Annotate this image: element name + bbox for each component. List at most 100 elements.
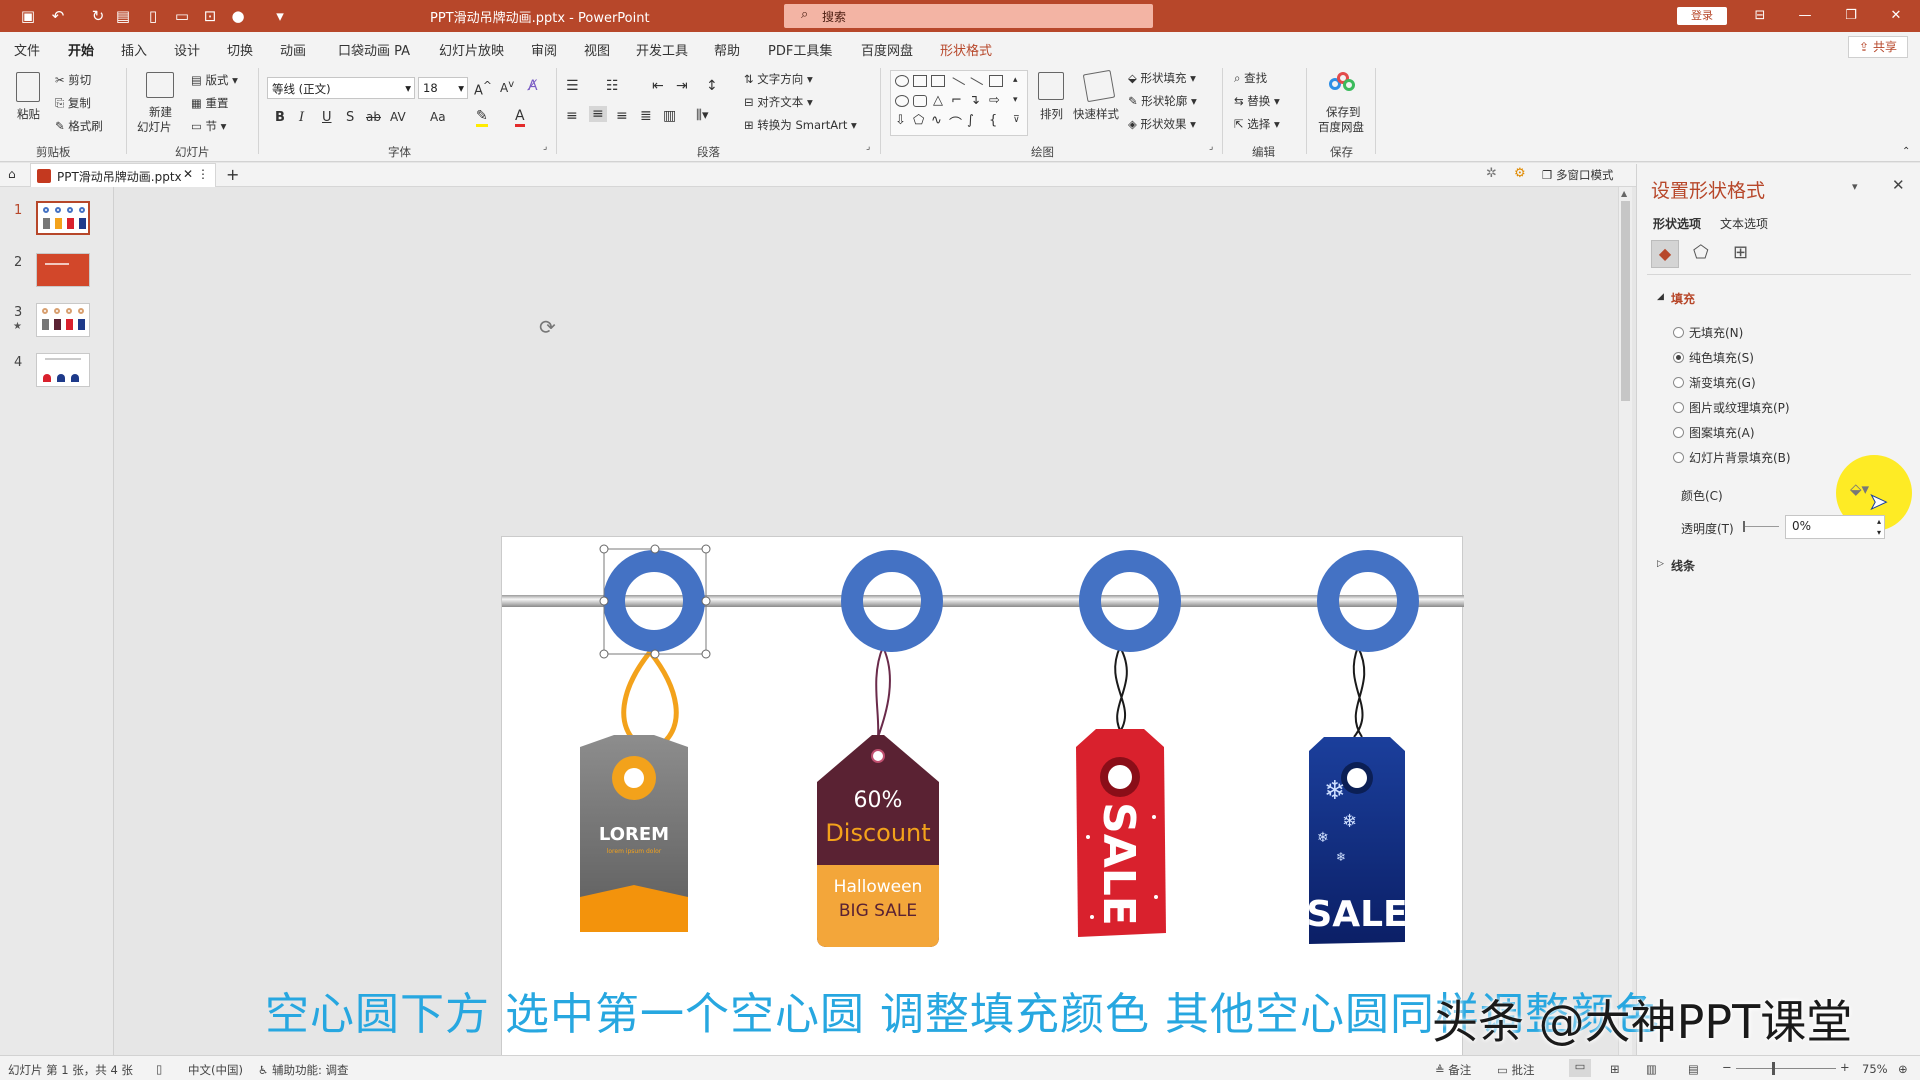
language-indicator[interactable]: 中文(中国) xyxy=(188,1062,243,1078)
tag-4[interactable]: ❄ ❄ ❄ ❄ SALE xyxy=(1306,646,1408,944)
open-icon[interactable]: ▭ xyxy=(172,6,192,26)
slide-thumbnail-2[interactable] xyxy=(36,253,90,287)
shape-brace-icon[interactable]: { xyxy=(989,113,997,128)
slideshow-icon[interactable]: ▤ xyxy=(1688,1062,1699,1076)
tag-3[interactable]: SALE xyxy=(1076,646,1166,937)
tab-pocket-animation[interactable]: 口袋动画 PA xyxy=(338,40,410,59)
shape-textbox-icon[interactable] xyxy=(913,75,927,87)
shape-outline-button[interactable]: ✎ 形状轮廓 ▾ xyxy=(1128,93,1197,109)
close-icon[interactable]: ✕ xyxy=(1881,5,1911,27)
arrange-icon[interactable] xyxy=(1038,72,1064,100)
tab-file[interactable]: 文件 xyxy=(14,40,40,59)
no-fill-label[interactable]: 无填充(N) xyxy=(1689,324,1743,341)
shadow-button[interactable]: S xyxy=(346,110,354,125)
tab-design[interactable]: 设计 xyxy=(174,40,200,59)
effects-pentagon-icon[interactable]: ⬠ xyxy=(1693,242,1709,263)
find-button[interactable]: ⌕ 查找 xyxy=(1234,70,1267,86)
panel-options-chevron-icon[interactable]: ▾ xyxy=(1852,180,1858,193)
multiwindow-button[interactable]: ❐ 多窗口模式 xyxy=(1542,167,1613,183)
shape-vtextbox-icon[interactable] xyxy=(931,75,945,87)
zoom-slider-track[interactable] xyxy=(1736,1068,1836,1069)
resize-handle[interactable] xyxy=(599,544,609,554)
grow-font-icon[interactable]: A^ xyxy=(474,79,492,98)
panel-close-icon[interactable]: ✕ xyxy=(1892,176,1905,194)
spellcheck-icon[interactable]: ▯ xyxy=(156,1062,162,1076)
shape-rectangle-icon[interactable] xyxy=(989,75,1003,87)
scroll-thumb[interactable] xyxy=(1621,201,1630,401)
normal-view-icon[interactable]: ▭ xyxy=(1569,1059,1591,1077)
numbering-icon[interactable]: ☷ xyxy=(606,78,619,94)
transparency-slider-thumb[interactable] xyxy=(1743,521,1745,532)
font-name-select[interactable]: 等线 (正文) ▾ xyxy=(267,77,415,99)
font-size-select[interactable]: 18 ▾ xyxy=(418,77,468,99)
decrease-indent-icon[interactable]: ⇤ xyxy=(652,78,664,94)
shape-rounded-rect-icon[interactable] xyxy=(913,95,927,107)
strikethrough-button[interactable]: ab xyxy=(366,110,381,124)
shape-oval-icon[interactable] xyxy=(895,75,909,87)
home-tab-icon[interactable]: ⌂ xyxy=(8,167,16,181)
shape-fill-button[interactable]: ⬙ 形状填充 ▾ xyxy=(1128,70,1196,86)
size-properties-icon[interactable]: ⊞ xyxy=(1733,242,1748,263)
spinner-icon[interactable]: ▴ ▾ xyxy=(1877,516,1881,538)
dialog-launcher-icon[interactable]: ⌟ xyxy=(543,142,547,152)
new-file-icon[interactable]: ▯ xyxy=(143,6,163,26)
tab-slideshow[interactable]: 幻灯片放映 xyxy=(439,40,504,59)
tab-home[interactable]: 开始 xyxy=(68,40,95,65)
zoom-in-icon[interactable]: + xyxy=(1840,1060,1850,1074)
align-text-button[interactable]: ⊟ 对齐文本 ▾ xyxy=(744,94,813,110)
line-section-header[interactable]: 线条 xyxy=(1671,557,1695,574)
shape-ellipse-icon[interactable] xyxy=(895,95,909,107)
present-icon[interactable]: ▤ xyxy=(113,6,133,26)
tag-2[interactable]: 60% Discount Halloween BIG SALE xyxy=(817,646,939,947)
radio-pattern-fill[interactable] xyxy=(1673,427,1684,438)
radio-solid-fill[interactable] xyxy=(1673,352,1684,363)
accessibility-button[interactable]: ♿ 辅助功能: 调查 xyxy=(258,1062,349,1078)
minimize-icon[interactable]: — xyxy=(1790,5,1820,27)
save-to-label[interactable]: 保存到 xyxy=(1326,104,1361,120)
resize-handle[interactable] xyxy=(599,649,609,659)
distribute-icon[interactable]: ▥ xyxy=(663,108,676,124)
transparency-input[interactable]: 0% ▴ ▾ xyxy=(1785,515,1885,539)
record-icon[interactable]: ● xyxy=(228,6,248,26)
arrange-button[interactable]: 排列 xyxy=(1040,106,1063,122)
expand-line-icon[interactable]: ▷ xyxy=(1657,559,1664,569)
ribbon-display-icon[interactable]: ⊟ xyxy=(1745,5,1775,27)
quick-styles-button[interactable]: 快速样式 xyxy=(1073,106,1119,122)
shape-triangle-icon[interactable]: △ xyxy=(933,93,943,108)
reset-button[interactable]: ▦ 重置 xyxy=(191,95,229,111)
shape-curve-icon[interactable]: ∫ xyxy=(967,113,974,128)
char-spacing-button[interactable]: AV xyxy=(390,110,406,124)
resize-handle[interactable] xyxy=(650,544,660,554)
justify-icon[interactable]: ≣ xyxy=(640,108,652,124)
tab-review[interactable]: 审阅 xyxy=(531,40,557,59)
shape-elbow-icon[interactable]: ⌐ xyxy=(951,93,962,108)
radio-background-fill[interactable] xyxy=(1673,452,1684,463)
scroll-up-icon[interactable]: ▲ xyxy=(1621,189,1627,198)
shape-effects-button[interactable]: ◈ 形状效果 ▾ xyxy=(1128,116,1196,132)
fill-section-header[interactable]: 填充 xyxy=(1671,290,1695,307)
rotate-handle-icon[interactable]: ⟳ xyxy=(539,315,556,339)
line-spacing-icon[interactable]: ↕ xyxy=(706,78,718,94)
shrink-font-icon[interactable]: Av xyxy=(500,79,514,95)
gradient-fill-label[interactable]: 渐变填充(G) xyxy=(1689,374,1756,391)
shape-right-arrow-icon[interactable]: ⇨ xyxy=(989,93,1000,108)
customize-qa-icon[interactable]: ▾ xyxy=(270,6,290,26)
close-tab-icon[interactable]: ✕ xyxy=(183,167,193,181)
tab-shape-options[interactable]: 形状选项 xyxy=(1653,215,1701,232)
tab-view[interactable]: 视图 xyxy=(584,40,610,59)
resize-handle[interactable] xyxy=(701,544,711,554)
resize-handle[interactable] xyxy=(701,649,711,659)
shape-connector-icon[interactable]: ↴ xyxy=(969,93,980,108)
shape-down-arrow-icon[interactable]: ⇩ xyxy=(895,113,906,128)
tab-animations[interactable]: 动画 xyxy=(280,40,306,59)
reading-view-icon[interactable]: ▥ xyxy=(1646,1062,1657,1076)
collapse-ribbon-icon[interactable]: ⌃ xyxy=(1902,146,1910,157)
font-color-icon[interactable]: A xyxy=(515,108,525,127)
gallery-more-icon[interactable]: ⊽ xyxy=(1013,115,1020,125)
radio-picture-fill[interactable] xyxy=(1673,402,1684,413)
quick-styles-icon[interactable] xyxy=(1082,69,1116,103)
resize-handle[interactable] xyxy=(701,596,711,606)
tag-1[interactable]: LOREM lorem ipsum dolor xyxy=(580,650,688,932)
gallery-up-icon[interactable]: ▴ xyxy=(1013,75,1018,85)
new-slide-icon[interactable] xyxy=(146,72,174,98)
